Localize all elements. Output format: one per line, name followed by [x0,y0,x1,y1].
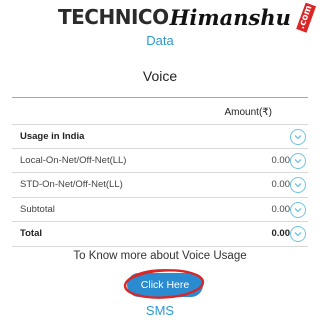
tab-data[interactable]: Data [0,33,320,48]
row-label: Usage in India [20,130,85,142]
chevron-down-icon[interactable] [290,152,306,169]
row-label: STD-On-Net/Off-Net(LL) [20,179,123,191]
watermark-logo-part1: TECHNICO [58,5,169,29]
know-more-text: To Know more about Voice Usage [73,250,247,262]
watermark-logo: TECHNICO Himanshu .com [58,1,317,33]
table-row-usage-in-india[interactable]: Usage in India [12,124,308,149]
table-row-std[interactable]: STD-On-Net/Off-Net(LL) 0.00 [12,173,308,198]
amount-column-header: Amount(₹) [224,106,273,118]
chevron-down-icon[interactable] [290,129,306,145]
tab-sms[interactable]: SMS [0,303,320,318]
watermark-logo-part3: .com [296,1,317,33]
section-title-voice: Voice [142,68,178,84]
chevron-down-icon[interactable] [290,226,306,242]
section-divider [12,97,308,98]
row-label: Subtotal [20,203,55,215]
chevron-down-icon[interactable] [290,201,306,218]
chevron-down-icon[interactable] [290,177,306,193]
table-row-local[interactable]: Local-On-Net/Off-Net(LL) 0.00 [12,149,308,173]
row-label: Local-On-Net/Off-Net(LL) [20,154,127,166]
row-label: Total [20,228,42,240]
row-value: 0.00 [271,179,291,191]
watermark-logo-part2: Himanshu [169,4,291,30]
table-row-total[interactable]: Total 0.00 [12,222,308,247]
table-row-subtotal[interactable]: Subtotal 0.00 [12,198,308,222]
voice-usage-table: Amount(₹) Usage in India Local-On-Net/Of… [12,100,308,247]
voice-usage-screen: TECHNICO Himanshu .com Data Voice Amount… [0,0,320,320]
row-value: 0.00 [271,154,291,166]
click-here-button[interactable]: Click Here [127,273,203,297]
row-value: 0.00 [271,228,291,240]
row-value: 0.00 [271,203,291,215]
